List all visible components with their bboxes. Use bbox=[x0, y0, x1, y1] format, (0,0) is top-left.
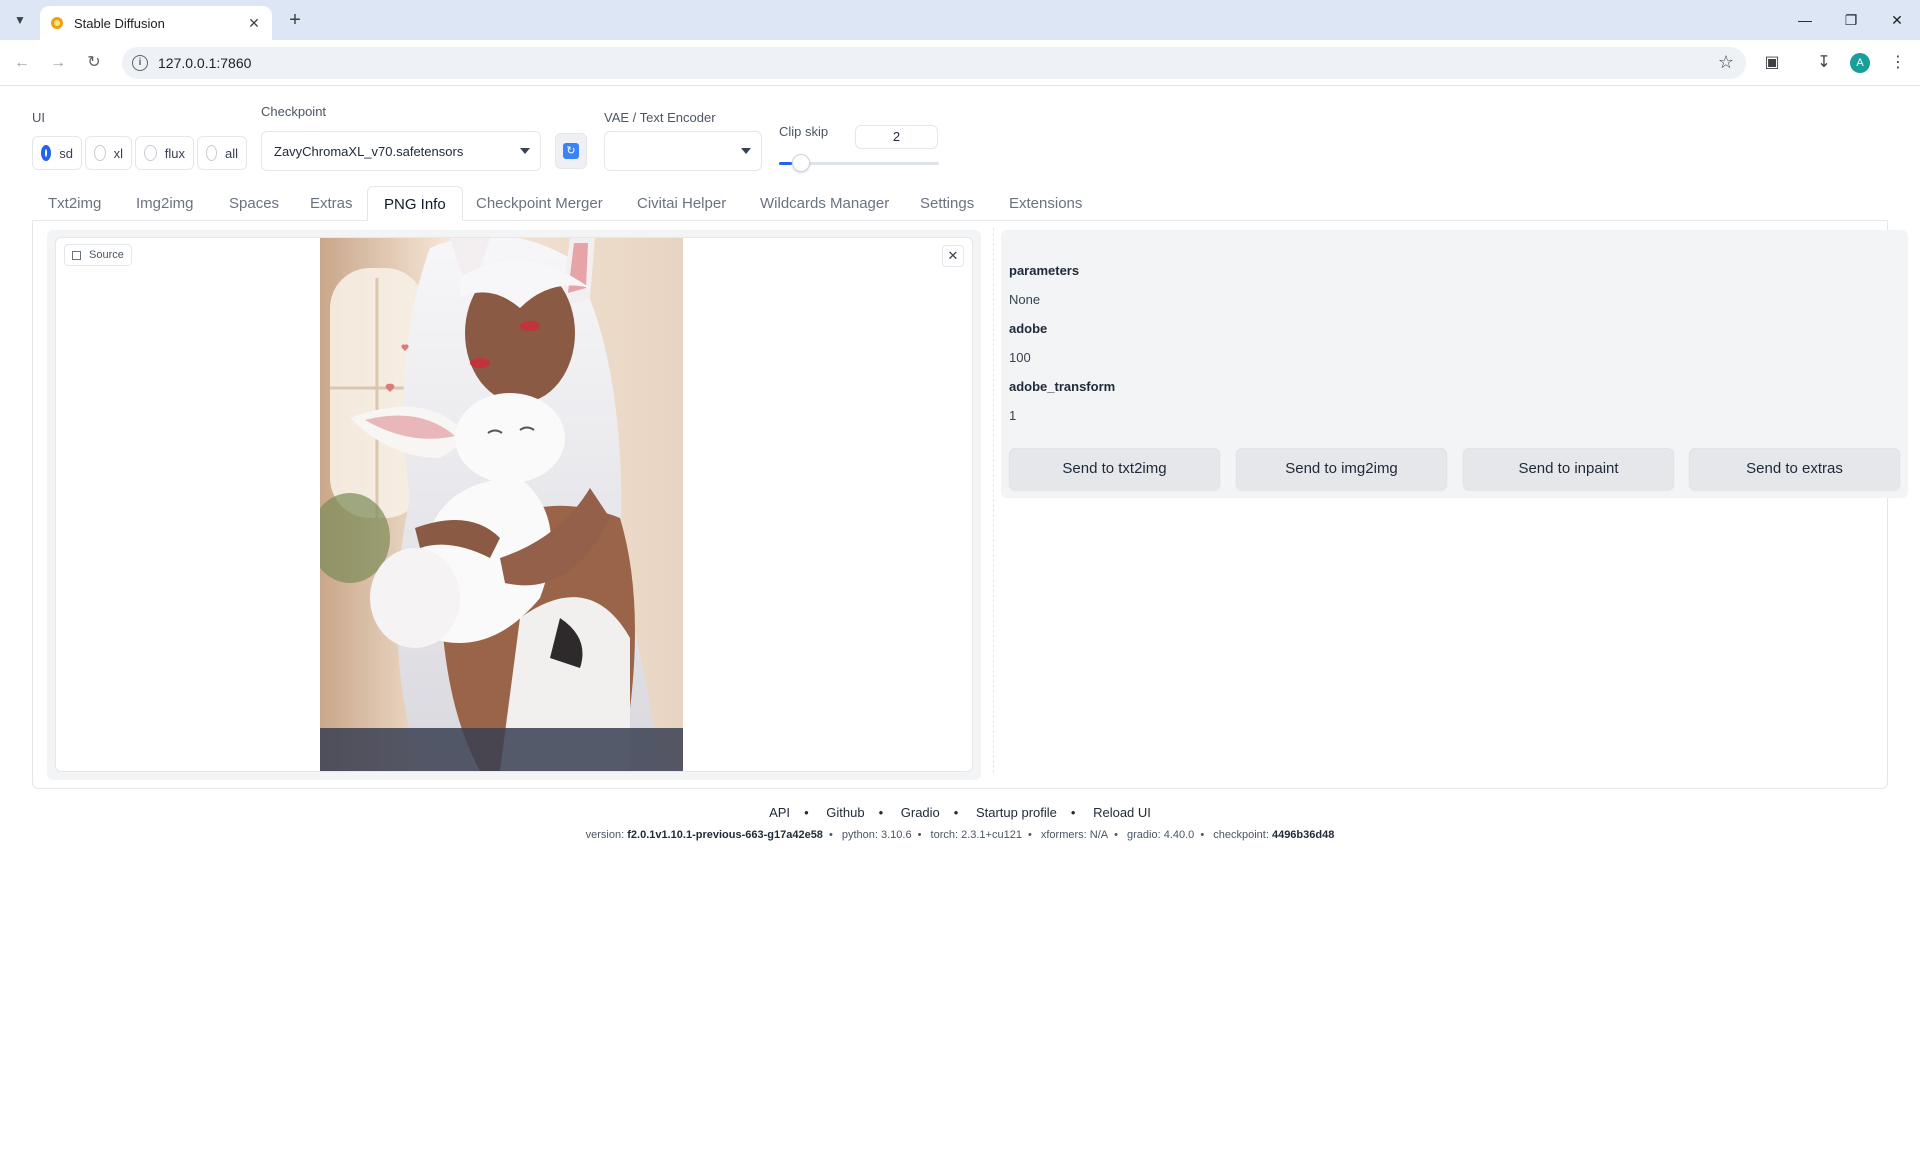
info-key-adobe-transform: adobe_transform bbox=[1009, 379, 1116, 394]
radio-unchecked-icon bbox=[206, 145, 217, 161]
stable-diffusion-favicon-icon bbox=[51, 17, 63, 29]
browser-tab[interactable]: Stable Diffusion ✕ bbox=[40, 6, 272, 40]
source-image-upload[interactable]: Source ✕ bbox=[55, 237, 973, 772]
tab-extras[interactable]: Extras bbox=[294, 186, 369, 221]
send-to-txt2img-button[interactable]: Send to txt2img bbox=[1009, 448, 1220, 490]
radio-unchecked-icon bbox=[144, 145, 157, 161]
source-image bbox=[320, 238, 683, 771]
new-tab-plus-icon[interactable]: + bbox=[282, 8, 308, 34]
checkpoint-label: Checkpoint bbox=[261, 104, 327, 119]
minimize-window-icon[interactable]: — bbox=[1790, 8, 1820, 32]
image-icon bbox=[72, 250, 81, 260]
version-label: version: bbox=[585, 829, 625, 841]
footer-links: API • Github • Gradio • Startup profile • Re… bbox=[769, 805, 1151, 820]
tab-civitai-helper[interactable]: Civitai Helper bbox=[621, 186, 742, 221]
ui-radio-all[interactable]: all bbox=[197, 136, 247, 170]
python-version: python: 3.10.6 bbox=[841, 829, 912, 841]
footer-link-gradio[interactable]: Gradio bbox=[901, 805, 940, 820]
restore-window-icon[interactable]: ❐ bbox=[1836, 8, 1866, 32]
png-info-panel: Source ✕ parameters None adobe 100 adobe… bbox=[32, 220, 1908, 789]
radio-unchecked-icon bbox=[94, 145, 106, 161]
footer-version-info: version: f2.0.1v1.10.1-previous-663-g17a… bbox=[585, 829, 1335, 841]
ui-radio-all-label: all bbox=[224, 145, 238, 161]
extensions-puzzle-icon[interactable]: ▣ bbox=[1760, 51, 1784, 75]
info-value-parameters: None bbox=[1009, 292, 1041, 307]
clear-image-button[interactable]: ✕ bbox=[942, 245, 964, 267]
gradio-version: gradio: 4.40.0 bbox=[1127, 829, 1195, 841]
browser-menu-kebab-icon[interactable]: ⋮ bbox=[1886, 51, 1910, 75]
radio-checked-icon bbox=[41, 145, 52, 161]
source-label-badge: Source bbox=[64, 244, 132, 266]
ui-radio-sd-label: sd bbox=[59, 145, 73, 161]
source-image-column: Source ✕ bbox=[47, 230, 981, 780]
send-to-extras-button[interactable]: Send to extras bbox=[1689, 448, 1900, 490]
dropdown-caret-icon bbox=[741, 148, 751, 154]
info-key-adobe: adobe bbox=[1009, 321, 1048, 336]
xformers-version: xformers: N/A bbox=[1040, 829, 1109, 841]
refresh-icon: ↻ bbox=[563, 143, 579, 159]
png-info-output: parameters None adobe 100 adobe_transfor… bbox=[1001, 230, 1908, 498]
refresh-checkpoints-button[interactable]: ↻ bbox=[555, 133, 587, 169]
vae-dropdown[interactable] bbox=[604, 131, 762, 171]
footer-link-github[interactable]: Github bbox=[826, 805, 864, 820]
checkpoint-dropdown[interactable]: ZavyChromaXL_v70.safetensors bbox=[261, 131, 541, 171]
main-tabs: Txt2img Img2img Spaces Extras PNG Info C… bbox=[32, 186, 1888, 221]
browser-toolbar: ← → ↻ i 127.0.0.1:7860 ☆ ▣ ↧ A ⋮ bbox=[0, 40, 1920, 86]
clip-skip-slider[interactable] bbox=[779, 154, 939, 172]
send-to-inpaint-button[interactable]: Send to inpaint bbox=[1463, 448, 1674, 490]
tab-spaces[interactable]: Spaces bbox=[213, 186, 295, 221]
source-label: Source bbox=[89, 249, 124, 261]
tab-search-chevron-icon[interactable]: ▼ bbox=[8, 8, 32, 32]
clip-skip-label: Clip skip bbox=[779, 124, 829, 139]
address-bar[interactable]: i 127.0.0.1:7860 ☆ bbox=[122, 47, 1746, 79]
tab-txt2img[interactable]: Txt2img bbox=[32, 186, 117, 221]
info-key-parameters: parameters bbox=[1009, 263, 1080, 278]
profile-avatar[interactable]: A bbox=[1850, 53, 1870, 73]
info-value-adobe: 100 bbox=[1009, 350, 1031, 365]
checkpoint-value: ZavyChromaXL_v70.safetensors bbox=[274, 143, 464, 159]
reload-icon[interactable]: ↻ bbox=[82, 51, 106, 75]
dropdown-caret-icon bbox=[520, 148, 530, 154]
tab-png-info[interactable]: PNG Info bbox=[367, 186, 463, 221]
tab-settings[interactable]: Settings bbox=[904, 186, 990, 221]
ui-radio-flux[interactable]: flux bbox=[135, 136, 194, 170]
tab-extensions[interactable]: Extensions bbox=[993, 186, 1098, 221]
bookmark-star-icon[interactable]: ☆ bbox=[1718, 52, 1734, 73]
checkpoint-hash-label: checkpoint: bbox=[1213, 829, 1269, 841]
ui-radio-sd[interactable]: sd bbox=[32, 136, 82, 170]
site-info-icon[interactable]: i bbox=[132, 55, 148, 71]
checkpoint-hash: 4496b36d48 bbox=[1271, 829, 1335, 841]
clip-skip-number-input[interactable]: 2 bbox=[855, 125, 938, 149]
version-value: f2.0.1v1.10.1-previous-663-g17a42e58 bbox=[627, 829, 823, 841]
column-divider bbox=[993, 228, 994, 773]
browser-tab-title: Stable Diffusion bbox=[74, 15, 165, 31]
close-tab-icon[interactable]: ✕ bbox=[246, 15, 262, 32]
vae-label: VAE / Text Encoder bbox=[604, 110, 716, 125]
ui-radio-xl-label: xl bbox=[113, 145, 123, 161]
footer-link-startup-profile[interactable]: Startup profile bbox=[976, 805, 1057, 820]
tab-img2img[interactable]: Img2img bbox=[120, 186, 210, 221]
address-url[interactable]: 127.0.0.1:7860 bbox=[158, 55, 251, 71]
forward-arrow-icon[interactable]: → bbox=[46, 51, 70, 75]
ui-radio-flux-label: flux bbox=[164, 145, 185, 161]
ui-label: UI bbox=[32, 110, 45, 125]
back-arrow-icon[interactable]: ← bbox=[10, 51, 34, 75]
footer-link-reload-ui[interactable]: Reload UI bbox=[1093, 805, 1151, 820]
ui-radio-xl[interactable]: xl bbox=[85, 136, 132, 170]
clip-skip-slider-thumb[interactable] bbox=[791, 154, 810, 172]
torch-version: torch: 2.3.1+cu121 bbox=[930, 829, 1022, 841]
tab-wildcards-manager[interactable]: Wildcards Manager bbox=[744, 186, 905, 221]
info-value-adobe-transform: 1 bbox=[1009, 408, 1017, 423]
download-icon[interactable]: ↧ bbox=[1812, 51, 1836, 75]
send-to-img2img-button[interactable]: Send to img2img bbox=[1236, 448, 1447, 490]
clip-skip-slider-fill bbox=[779, 162, 792, 165]
close-window-icon[interactable]: ✕ bbox=[1882, 8, 1912, 32]
tab-checkpoint-merger[interactable]: Checkpoint Merger bbox=[460, 186, 619, 221]
footer-link-api[interactable]: API bbox=[769, 805, 790, 820]
browser-tab-bar: ▼ Stable Diffusion ✕ + — ❐ ✕ bbox=[0, 0, 1920, 40]
